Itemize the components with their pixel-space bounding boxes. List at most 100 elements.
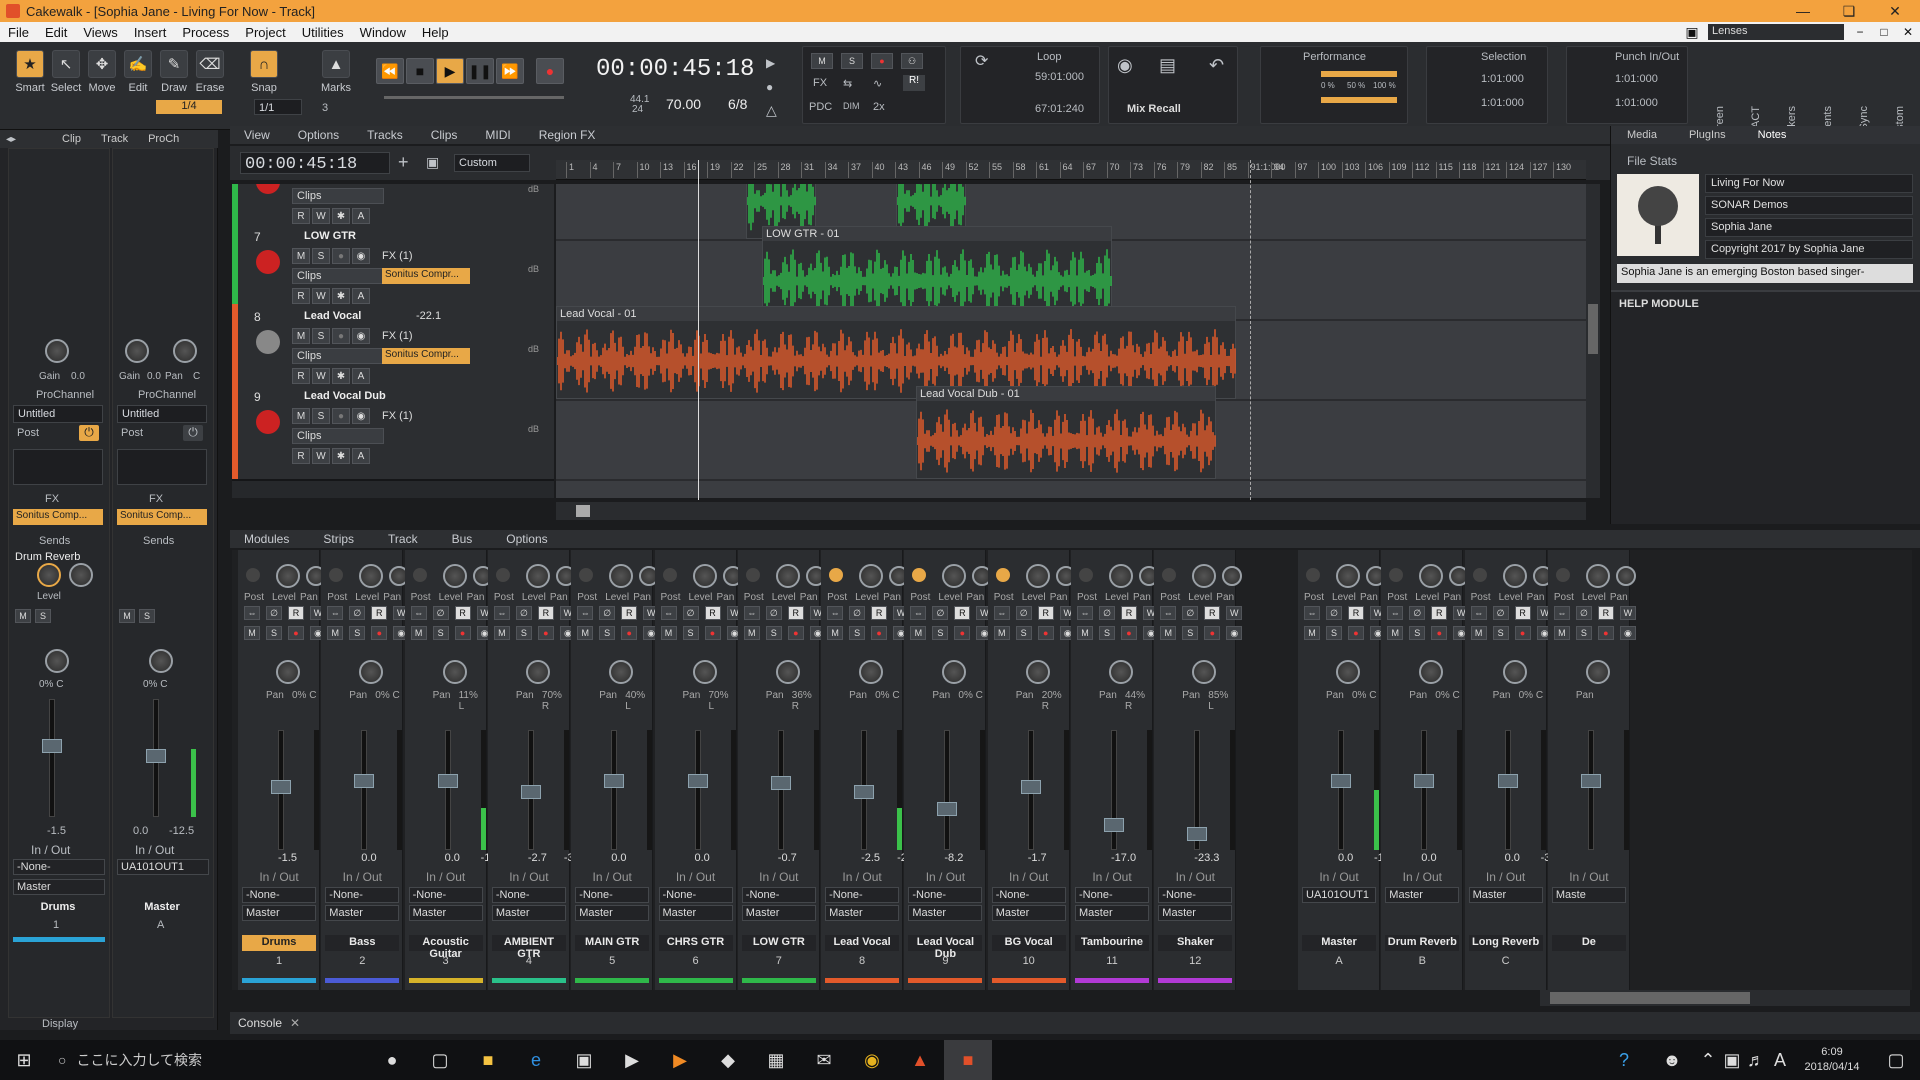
track-auto-read[interactable]: R <box>292 368 310 384</box>
strip-btn-mute[interactable]: M <box>910 626 927 640</box>
send-power-icon[interactable] <box>579 568 594 582</box>
strip-btn-phase[interactable]: ∅ <box>1492 606 1509 620</box>
tab-media[interactable]: Media <box>1611 129 1673 141</box>
fader-cap[interactable] <box>437 774 458 788</box>
restore-icon[interactable]: − <box>1848 25 1872 39</box>
strip-btn-phase[interactable]: ∅ <box>599 606 616 620</box>
arm-all-button[interactable]: ● <box>871 53 893 69</box>
tool-edit[interactable]: ✍ Edit <box>120 50 156 112</box>
strip-btn-phase[interactable]: ∅ <box>1575 606 1592 620</box>
strip-btn-write[interactable]: W <box>1226 606 1243 620</box>
microphone-icon[interactable]: ● <box>368 1040 416 1080</box>
preset-field[interactable]: Untitled <box>13 405 103 423</box>
strip-btn-read[interactable]: R <box>1121 606 1137 620</box>
channel-name[interactable]: Drum Reverb <box>1385 935 1460 951</box>
strip-btn-phase[interactable]: ∅ <box>1409 606 1426 620</box>
position-slider[interactable] <box>384 94 564 102</box>
menu-bus[interactable]: Bus <box>438 532 493 546</box>
strip-btn-phase[interactable]: ∅ <box>1099 606 1115 620</box>
master-pan-knob-2[interactable] <box>149 649 173 673</box>
strip-btn-mute[interactable]: M <box>1387 626 1404 640</box>
track-auto-read[interactable]: R <box>292 288 310 304</box>
pan-knob[interactable] <box>609 660 634 684</box>
send-power-icon[interactable] <box>829 568 844 582</box>
strip-btn-solo[interactable]: S <box>1182 626 1199 640</box>
track-auto-edit[interactable]: ✱ <box>332 288 350 304</box>
fader-cap[interactable] <box>1497 774 1518 788</box>
photos-icon[interactable]: ▦ <box>752 1040 800 1080</box>
fx-slot[interactable]: Sonitus Compr... <box>382 348 470 364</box>
menu-track[interactable]: Track <box>374 532 438 546</box>
punch-end[interactable]: 1:01:000 <box>1615 97 1658 109</box>
power-icon[interactable]: ⏻ <box>79 425 99 441</box>
strip-btn-solo[interactable]: S <box>432 626 449 640</box>
send-power-icon[interactable] <box>1162 568 1177 582</box>
master-preset-field[interactable]: Untitled <box>117 405 207 423</box>
metronome-icon[interactable]: △ <box>766 102 777 119</box>
menu-modules[interactable]: Modules <box>230 532 309 546</box>
strip-btn-solo[interactable]: S <box>1409 626 1426 640</box>
channel-name[interactable]: LOW GTR <box>741 935 816 951</box>
strip-btn-solo[interactable]: S <box>349 626 366 640</box>
track-input-dropdown[interactable]: -None- <box>13 859 105 875</box>
input-dropdown[interactable]: -None- <box>575 887 650 903</box>
fader-cap[interactable] <box>1020 779 1041 794</box>
channel-name[interactable]: Bass <box>325 935 400 951</box>
track-auto-arm[interactable]: A <box>352 448 370 464</box>
strip-btn-phase[interactable]: ∅ <box>1015 606 1032 620</box>
display-button[interactable]: Display <box>42 1018 78 1030</box>
master-name[interactable]: Master <box>117 901 207 913</box>
audio-clip[interactable]: Lead Vocal Dub - 01 <box>916 386 1216 479</box>
strip-btn-arm[interactable]: ● <box>537 626 554 640</box>
clock[interactable]: 6:09 2018/04/14 <box>1792 1045 1872 1075</box>
fader-cap[interactable] <box>1414 774 1435 788</box>
send-power-icon[interactable] <box>1079 568 1093 582</box>
track-btn-echo[interactable]: ◉ <box>352 248 370 264</box>
strip-btn-mute[interactable]: M <box>327 626 344 640</box>
ime-icon[interactable]: A <box>1768 1040 1792 1080</box>
strip-btn-mute[interactable]: M <box>1304 626 1320 640</box>
send-power-icon[interactable] <box>1389 568 1404 582</box>
strip-btn-link[interactable]: ⇔ <box>493 606 510 620</box>
volume-fader[interactable] <box>1587 730 1594 850</box>
strip-btn-write[interactable]: W <box>1619 606 1636 620</box>
strip-btn-arm[interactable]: ● <box>621 626 638 640</box>
channel-name[interactable]: Acoustic Guitar <box>408 935 483 960</box>
output-dropdown[interactable]: Master <box>991 905 1066 921</box>
strip-btn-link[interactable]: ⇔ <box>244 606 260 620</box>
output-dropdown[interactable]: Master <box>741 905 816 921</box>
solo-all-button[interactable]: S <box>841 53 863 69</box>
track-auto-arm[interactable]: A <box>352 368 370 384</box>
strip-btn-arm[interactable]: ● <box>1514 626 1531 640</box>
menu-options[interactable]: Options <box>284 128 353 142</box>
send-power-icon[interactable] <box>412 568 427 582</box>
track-btn-mute[interactable]: M <box>292 328 310 344</box>
strip-btn-read[interactable]: R <box>1037 606 1054 620</box>
strip-btn-phase[interactable]: ∅ <box>432 606 449 620</box>
fader-cap[interactable] <box>1331 774 1351 788</box>
strip-btn-mute[interactable]: M <box>410 626 427 640</box>
menu-console-options[interactable]: Options <box>492 532 567 546</box>
clips-dropdown[interactable]: Clips <box>292 268 384 284</box>
output-dropdown[interactable]: Master <box>408 905 483 921</box>
track-auto-write[interactable]: W <box>312 368 330 384</box>
track-auto-edit[interactable]: ✱ <box>332 208 350 224</box>
tab-clip[interactable]: Clip <box>52 133 91 145</box>
menu-project[interactable]: Project <box>237 25 293 40</box>
lenses-dropdown[interactable]: Lenses <box>1708 24 1844 40</box>
strip-btn-link[interactable]: ⇔ <box>993 606 1010 620</box>
meter-field[interactable]: 6/8 <box>728 96 747 112</box>
master-output-dropdown[interactable]: UA101OUT1 <box>117 859 209 875</box>
pause-button[interactable]: ❚❚ <box>466 58 494 84</box>
strip-btn-solo[interactable]: S <box>765 626 782 640</box>
envelope-icon[interactable]: ∿ <box>873 77 882 90</box>
punch-start[interactable]: 1:01:000 <box>1615 73 1658 85</box>
strip-btn-solo[interactable]: S <box>1575 626 1592 640</box>
track-horizontal-scrollbar[interactable] <box>556 502 1586 520</box>
track-9[interactable]: 9 Lead Vocal Dub M S ● ◉ R W ✱ A Clips FX (1) dB <box>232 384 554 481</box>
send-power-icon[interactable] <box>1472 568 1487 582</box>
strip-btn-solo[interactable]: S <box>1492 626 1509 640</box>
console-horizontal-scrollbar[interactable] <box>1540 990 1910 1006</box>
send-power-icon[interactable] <box>745 568 760 582</box>
title-field[interactable]: Living For Now <box>1705 174 1913 193</box>
